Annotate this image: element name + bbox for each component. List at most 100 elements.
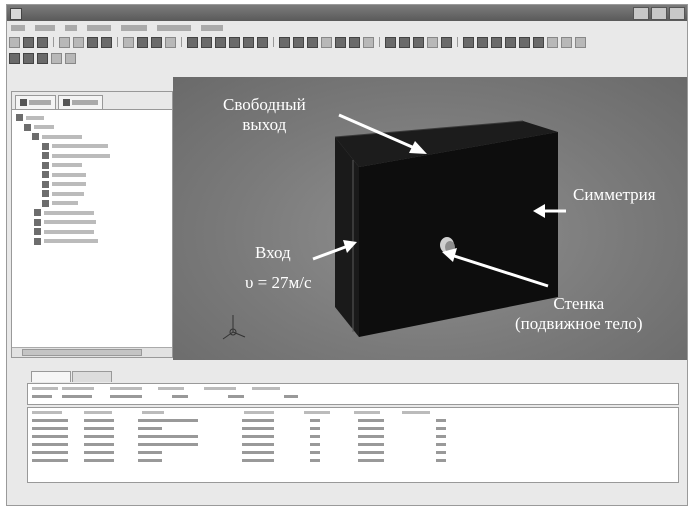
toolbar-separator	[53, 37, 54, 47]
tree-node[interactable]	[16, 142, 168, 152]
project-tree-panel	[11, 91, 173, 358]
toolbar-button[interactable]	[321, 36, 332, 48]
toolbar-button[interactable]	[151, 36, 162, 48]
toolbar-button[interactable]	[533, 36, 544, 48]
close-button[interactable]	[669, 7, 685, 20]
tab-project[interactable]	[15, 95, 56, 109]
tree-node[interactable]	[16, 132, 168, 142]
toolbar-button[interactable]	[385, 36, 396, 48]
tree-scrollbar[interactable]	[12, 347, 172, 357]
table-row[interactable]	[28, 416, 678, 424]
toolbar-button[interactable]	[399, 36, 410, 48]
toolbar-button[interactable]	[137, 36, 148, 48]
tab-table[interactable]	[31, 371, 71, 382]
tree-node[interactable]	[16, 123, 168, 133]
toolbar-secondary	[9, 51, 685, 65]
toolbar-button[interactable]	[477, 36, 488, 48]
menu-item[interactable]	[201, 25, 223, 31]
annotation-symmetry: Симметрия	[573, 185, 656, 204]
menu-item[interactable]	[121, 25, 147, 31]
table-row[interactable]	[28, 448, 678, 456]
initial-conditions-icon	[34, 218, 41, 226]
toolbar-button[interactable]	[547, 36, 558, 48]
solver-icon	[34, 228, 41, 236]
cut-button[interactable]	[59, 36, 70, 48]
annotation-velocity: υ = 27м/с	[245, 273, 312, 292]
menu-item[interactable]	[35, 25, 55, 31]
toolbar-button[interactable]	[491, 36, 502, 48]
annotation-outlet: Свободный выход	[223, 95, 306, 134]
tree-node[interactable]	[16, 227, 168, 237]
table-row[interactable]	[28, 424, 678, 432]
toolbar-button[interactable]	[51, 52, 62, 64]
tree-node[interactable]	[16, 113, 168, 123]
tree-node[interactable]	[16, 199, 168, 209]
parameters-icon	[42, 152, 49, 160]
table-row[interactable]	[28, 432, 678, 440]
tree-node[interactable]	[16, 170, 168, 180]
toolbar-button[interactable]	[463, 36, 474, 48]
tab-properties[interactable]	[58, 95, 103, 109]
zoom-button[interactable]	[307, 36, 318, 48]
toolbar-button[interactable]	[123, 36, 134, 48]
copy-button[interactable]	[73, 36, 84, 48]
view-button[interactable]	[215, 36, 226, 48]
toolbar-button[interactable]	[37, 52, 48, 64]
tree-node[interactable]	[16, 161, 168, 171]
tree-node[interactable]	[16, 180, 168, 190]
new-file-button[interactable]	[9, 36, 20, 48]
toolbar-button[interactable]	[23, 52, 34, 64]
app-icon	[10, 8, 22, 20]
body-left-face	[335, 137, 359, 337]
toolbar-button[interactable]	[9, 52, 20, 64]
toolbar-main	[9, 35, 685, 49]
tree-node[interactable]	[16, 237, 168, 247]
view-button[interactable]	[229, 36, 240, 48]
view-button[interactable]	[187, 36, 198, 48]
toolbar-button[interactable]	[349, 36, 360, 48]
minimize-button[interactable]	[633, 7, 649, 20]
table-header-row	[28, 384, 678, 392]
toolbar-button[interactable]	[363, 36, 374, 48]
paste-button[interactable]	[87, 36, 98, 48]
tree-node[interactable]	[16, 151, 168, 161]
rotate-button[interactable]	[279, 36, 290, 48]
toolbar-button[interactable]	[413, 36, 424, 48]
tab-graph[interactable]	[72, 371, 112, 382]
table-row[interactable]	[28, 392, 678, 400]
tree-node[interactable]	[16, 218, 168, 228]
toolbar-button[interactable]	[427, 36, 438, 48]
3d-viewport[interactable]: Свободный выход Симметрия Вход υ = 27м/с…	[173, 77, 687, 360]
view-button[interactable]	[201, 36, 212, 48]
view-button[interactable]	[243, 36, 254, 48]
app-window: Свободный выход Симметрия Вход υ = 27м/с…	[6, 4, 688, 506]
toolbar-button[interactable]	[505, 36, 516, 48]
project-icon	[20, 99, 27, 106]
menu-item[interactable]	[87, 25, 111, 31]
toolbar-button[interactable]	[101, 36, 112, 48]
annotation-inlet: Вход	[255, 243, 291, 262]
save-button[interactable]	[37, 36, 48, 48]
toolbar-button[interactable]	[575, 36, 586, 48]
table-row[interactable]	[28, 440, 678, 448]
pan-button[interactable]	[293, 36, 304, 48]
view-button[interactable]	[257, 36, 268, 48]
menu-item[interactable]	[65, 25, 77, 31]
toolbar-button[interactable]	[335, 36, 346, 48]
open-file-button[interactable]	[23, 36, 34, 48]
toolbar-button[interactable]	[165, 36, 176, 48]
menu-item[interactable]	[11, 25, 25, 31]
maximize-button[interactable]	[651, 7, 667, 20]
boundary-conditions-icon	[42, 180, 49, 188]
toolbar-button[interactable]	[441, 36, 452, 48]
table-row[interactable]	[28, 456, 678, 464]
toolbar-button[interactable]	[65, 52, 76, 64]
tree-node[interactable]	[16, 189, 168, 199]
results-tabs	[11, 367, 683, 383]
toolbar-button[interactable]	[519, 36, 530, 48]
menu-item[interactable]	[157, 25, 191, 31]
scrollbar-thumb[interactable]	[22, 349, 142, 356]
tree-node[interactable]	[16, 208, 168, 218]
toolbar-button[interactable]	[561, 36, 572, 48]
goals-table	[27, 407, 679, 483]
